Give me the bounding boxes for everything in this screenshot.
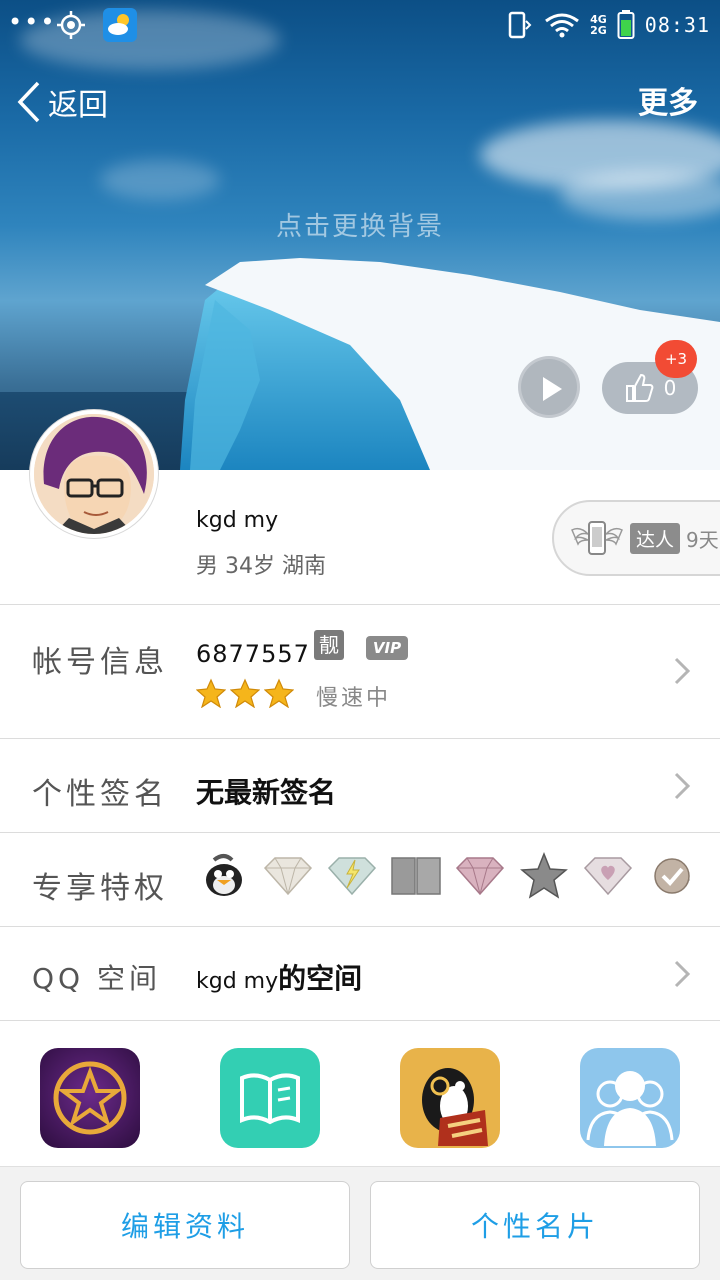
chevron-right-icon bbox=[674, 657, 691, 685]
privilege-icons bbox=[196, 848, 700, 904]
battery-icon bbox=[617, 10, 635, 39]
star-icon bbox=[264, 678, 294, 708]
contacts-app-icon[interactable] bbox=[580, 1048, 680, 1148]
profile-meta: 男 34岁 湖南 bbox=[196, 554, 326, 579]
qzone-owner: kgd my bbox=[196, 969, 279, 994]
diamond-icon bbox=[260, 848, 316, 904]
like-count: 0 bbox=[663, 376, 677, 400]
qzone-row[interactable]: QQ 空间 kgd my的空间 bbox=[0, 927, 720, 1020]
play-icon bbox=[543, 377, 562, 401]
reader-app-icon[interactable] bbox=[220, 1048, 320, 1148]
level-stars bbox=[196, 678, 294, 708]
account-info-label: 帐号信息 bbox=[32, 645, 168, 680]
speed-status: 慢速中 bbox=[316, 686, 392, 711]
thumbs-up-icon bbox=[625, 373, 654, 402]
vip-badge: VIP bbox=[366, 636, 408, 660]
app-shortcuts bbox=[0, 1048, 720, 1152]
pink-diamond-icon bbox=[452, 848, 508, 904]
game-app-icon[interactable] bbox=[400, 1048, 500, 1148]
signature-row[interactable]: 个性签名 无最新签名 bbox=[0, 739, 720, 832]
heart-diamond-icon bbox=[580, 848, 636, 904]
qzone-suffix: 的空间 bbox=[278, 962, 363, 995]
privileges-label: 专享特权 bbox=[32, 871, 168, 906]
signature-label: 个性签名 bbox=[32, 777, 168, 812]
nickname: kgd my bbox=[196, 508, 279, 533]
lightning-diamond-icon bbox=[324, 848, 380, 904]
status-bar: ••• 4G 2G 08:31 bbox=[0, 0, 720, 50]
play-button[interactable] bbox=[518, 356, 580, 418]
personal-card-button[interactable]: 个性名片 bbox=[370, 1181, 700, 1269]
divider bbox=[0, 1020, 720, 1021]
star-icon bbox=[196, 678, 226, 708]
bottom-action-bar: 编辑资料 个性名片 bbox=[0, 1166, 720, 1280]
book-icon bbox=[388, 848, 444, 904]
change-background-hint[interactable]: 点击更换背景 bbox=[0, 206, 720, 243]
location-icon bbox=[57, 11, 85, 39]
back-button[interactable]: 返回 bbox=[16, 78, 108, 126]
star-app-icon[interactable] bbox=[40, 1048, 140, 1148]
wifi-icon bbox=[545, 13, 579, 38]
signature-value: 无最新签名 bbox=[196, 776, 337, 809]
penguin-icon bbox=[196, 848, 252, 904]
back-label: 返回 bbox=[48, 88, 108, 123]
phone-vibrate-icon bbox=[508, 11, 532, 39]
edit-profile-button[interactable]: 编辑资料 bbox=[20, 1181, 350, 1269]
account-number: 6877557 bbox=[196, 640, 310, 668]
signal-icon: 4G 2G bbox=[590, 13, 607, 37]
daren-badge[interactable]: 达人 9天 bbox=[552, 500, 720, 576]
winged-phone-icon bbox=[571, 521, 623, 555]
like-badge: +3 bbox=[655, 340, 697, 378]
liang-badge: 靓 bbox=[314, 630, 344, 660]
star-icon bbox=[516, 848, 572, 904]
account-info-row[interactable]: 帐号信息 bbox=[0, 605, 720, 738]
check-coin-icon bbox=[644, 848, 700, 904]
chevron-right-icon bbox=[674, 772, 691, 800]
qzone-label: QQ 空间 bbox=[32, 962, 161, 995]
clock: 08:31 bbox=[644, 13, 710, 37]
star-icon bbox=[230, 678, 260, 708]
profile-cover[interactable]: ••• 4G 2G 08:31 返回 更多 点击更换背景 0 bbox=[0, 0, 720, 470]
more-button[interactable]: 更多 bbox=[638, 78, 698, 122]
chevron-left-icon bbox=[17, 81, 40, 123]
avatar-image bbox=[34, 414, 154, 534]
more-dots-icon: ••• bbox=[8, 8, 57, 36]
daren-days: 9天 bbox=[686, 527, 719, 552]
avatar[interactable] bbox=[30, 410, 158, 538]
weather-icon bbox=[103, 8, 137, 42]
chevron-right-icon bbox=[674, 960, 691, 988]
daren-label: 达人 bbox=[630, 522, 681, 554]
qzone-value: kgd my的空间 bbox=[196, 957, 362, 997]
